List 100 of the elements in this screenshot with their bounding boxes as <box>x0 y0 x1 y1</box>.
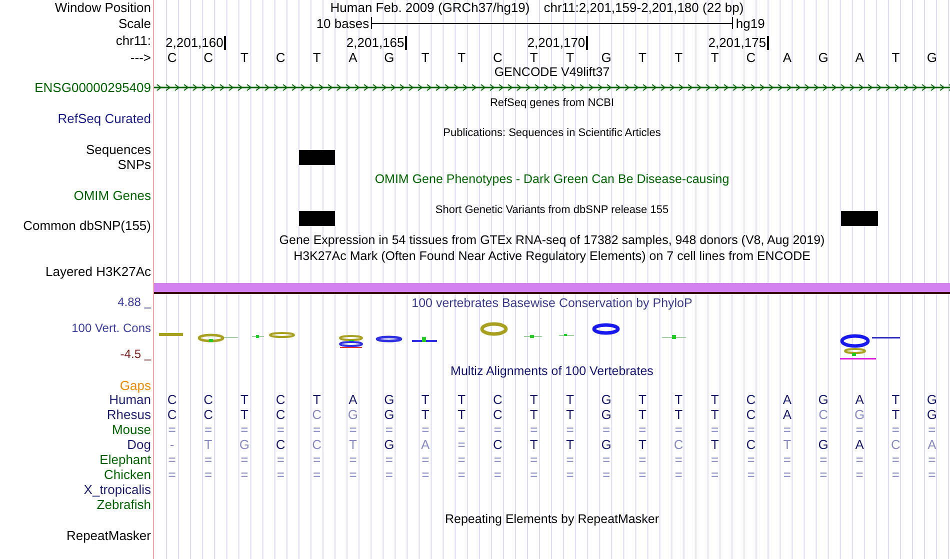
sequence-base: G <box>383 50 396 65</box>
sequence-base: G <box>926 50 938 65</box>
aligned-base: C <box>202 407 214 422</box>
aligned-base: = <box>456 452 466 468</box>
aligned-base: = <box>565 467 575 482</box>
track-label[interactable]: RepeatMasker <box>66 528 151 543</box>
aligned-base: A <box>782 407 792 422</box>
sequence-base: T <box>239 50 250 65</box>
strand-label: ---> <box>130 50 151 65</box>
species-label[interactable]: Chicken <box>104 467 151 482</box>
track-title: H3K27Ac Mark (Often Found Near Active Regulatory Elements) on 7 cell lines from ENCODE <box>294 248 810 264</box>
aligned-base: = <box>638 467 648 482</box>
species-label[interactable]: Mouse <box>112 422 151 438</box>
sequence-base: C <box>166 50 178 65</box>
track-title: RefSeq genes from NCBI <box>490 96 614 111</box>
track-label: chr11: <box>116 33 151 48</box>
aligned-base: = <box>420 467 430 482</box>
species-label[interactable]: Dog <box>127 437 151 452</box>
aligned-base: T <box>456 407 467 422</box>
species-label[interactable]: X_tropicalis <box>84 482 151 498</box>
track-label[interactable]: Layered H3K27Ac <box>45 264 151 279</box>
aligned-base: = <box>818 422 828 438</box>
species-label[interactable]: Human <box>109 392 151 408</box>
aligned-base: = <box>276 452 286 468</box>
aligned-base: G <box>853 407 866 422</box>
aligned-base: = <box>746 467 756 482</box>
gene-track-line[interactable] <box>154 84 950 92</box>
aligned-base: G <box>346 407 360 422</box>
sequence-base: T <box>674 50 684 65</box>
aligned-base: = <box>854 452 864 468</box>
aligned-base: T <box>528 392 539 408</box>
track-label: Scale <box>118 16 151 30</box>
aligned-base: = <box>312 452 322 468</box>
sequence-base: G <box>600 50 612 65</box>
track-label[interactable]: OMIM Genes <box>74 188 151 203</box>
coordinate-tick: 2,201,170 <box>527 36 588 50</box>
genome-title: Human Feb. 2009 (GRCh37/hg19) <box>330 0 530 15</box>
aligned-base: T <box>637 437 648 452</box>
aligned-base: A <box>854 437 865 452</box>
aligned-base: = <box>890 422 901 438</box>
sequence-base: T <box>456 50 467 65</box>
variant-block[interactable] <box>298 210 335 226</box>
aligned-base: T <box>710 392 720 408</box>
track-label[interactable]: SNPs <box>118 156 151 172</box>
aligned-base: C <box>890 437 902 452</box>
aligned-base: C <box>311 407 322 422</box>
position-text: chr11:2,201,159-2,201,180 (22 bp) <box>544 0 744 15</box>
aligned-base: T <box>203 437 214 452</box>
aligned-base: = <box>710 467 720 482</box>
species-label[interactable]: Rhesus <box>106 407 151 422</box>
track-label[interactable]: ENSG00000295409 <box>34 80 151 96</box>
track-label: Gaps <box>120 378 151 394</box>
aligned-base: C <box>202 392 214 408</box>
aligned-base: C <box>311 437 322 452</box>
track-label[interactable]: Common dbSNP(155) <box>23 218 151 234</box>
sequence-base: T <box>312 50 322 65</box>
aligned-base: = <box>492 452 503 468</box>
sequence-base: A <box>348 50 358 65</box>
aligned-base: C <box>166 407 178 422</box>
aligned-base: T <box>348 437 358 452</box>
aligned-base: C <box>274 407 286 422</box>
variant-block[interactable] <box>841 210 878 226</box>
aligned-base: = <box>492 467 503 482</box>
variant-block[interactable] <box>298 150 335 165</box>
aligned-base: G <box>600 407 612 422</box>
aligned-base: T <box>565 437 576 452</box>
track-title: OMIM Gene Phenotypes - Dark Green Can Be Disease-causing <box>374 172 730 188</box>
aligned-base: = <box>203 422 214 438</box>
aligned-base: = <box>167 467 177 482</box>
aligned-base: G <box>383 437 396 452</box>
aligned-base: T <box>674 407 684 422</box>
track-title: GENCODE V49lift37 <box>494 65 610 80</box>
aligned-base: = <box>167 422 177 438</box>
sequence-base: A <box>782 50 792 65</box>
aligned-base: T <box>239 407 250 422</box>
aligned-base: = <box>203 452 214 468</box>
track-label[interactable]: Sequences <box>86 142 151 157</box>
aligned-base: C <box>274 437 286 452</box>
sequence-base: G <box>817 50 830 65</box>
aligned-base: C <box>672 437 684 452</box>
species-label[interactable]: Zebrafish <box>96 497 151 512</box>
aligned-base: = <box>348 452 358 468</box>
aligned-base: T <box>890 392 901 408</box>
track-label[interactable]: RefSeq Curated <box>58 111 151 126</box>
aligned-base: = <box>854 467 864 482</box>
aligned-base: = <box>276 467 286 482</box>
aligned-base: = <box>529 467 539 482</box>
track-label[interactable]: 100 Vert. Cons <box>72 321 151 336</box>
sequence-base: T <box>637 50 648 65</box>
aligned-base: C <box>818 407 830 422</box>
sequence-base: C <box>745 50 757 65</box>
aligned-base: = <box>854 422 864 438</box>
track-title: Gene Expression in 54 tissues from GTEx RNA-seq of 17382 samples, 948 donors (V8, Aug 2019) <box>279 233 825 248</box>
track-title: Short Genetic Variants from dbSNP release 155 <box>435 202 669 218</box>
track-title: Multiz Alignments of 100 Vertebrates <box>450 364 654 380</box>
species-label[interactable]: Elephant <box>100 452 151 468</box>
aligned-base: A <box>854 392 865 408</box>
aligned-base: = <box>927 422 937 438</box>
aligned-base: = <box>312 467 322 482</box>
aligned-base: = <box>456 437 466 452</box>
